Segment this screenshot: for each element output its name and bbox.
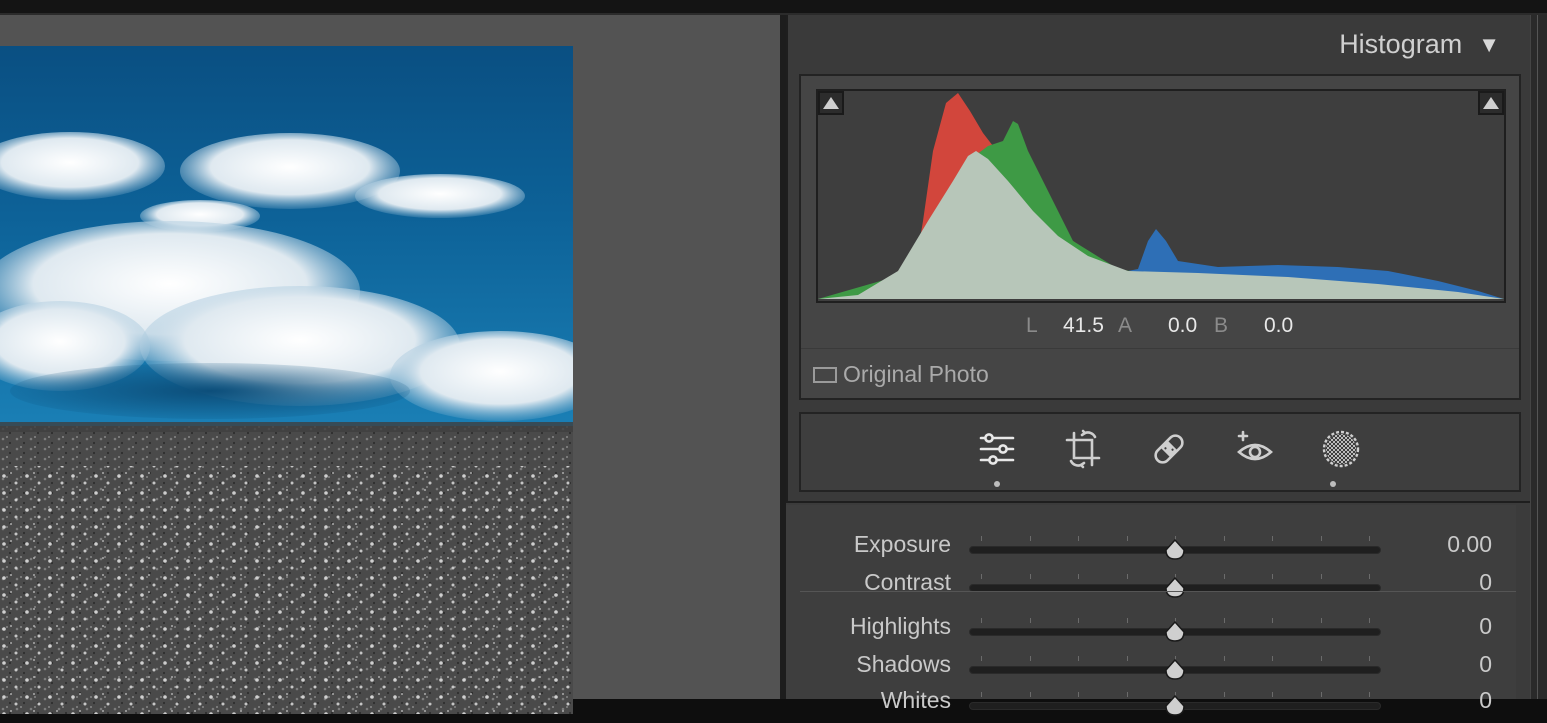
shadows-label: Shadows xyxy=(856,651,951,677)
slider-tick xyxy=(1223,656,1225,661)
slider-tick xyxy=(1029,536,1031,541)
slider-tick xyxy=(1369,618,1370,623)
slider-tick xyxy=(1320,692,1322,697)
histogram-separator xyxy=(801,348,1519,349)
slider-tick xyxy=(1126,692,1128,697)
slider-tick xyxy=(1369,536,1370,541)
slider-tick xyxy=(1029,656,1031,661)
shadow-clipping-button[interactable] xyxy=(818,91,844,115)
collapse-triangle-icon[interactable]: ▼ xyxy=(1478,32,1500,58)
highlights-slider-thumb[interactable] xyxy=(1164,621,1186,643)
contrast-slider-thumb[interactable] xyxy=(1164,577,1186,599)
histogram-plot[interactable] xyxy=(816,89,1506,303)
slider-tick xyxy=(981,536,982,541)
slider-group-separator xyxy=(800,591,1516,592)
lab-l-value: 41.5 xyxy=(1063,314,1104,337)
photo xyxy=(0,46,573,714)
whites-value[interactable]: 0 xyxy=(1479,687,1492,714)
slider-row-highlights: Highlights 0 xyxy=(786,613,1516,649)
exposure-label: Exposure xyxy=(853,531,951,557)
slider-row-shadows: Shadows 0 xyxy=(786,651,1516,687)
right-panel: Histogram ▼ L 41.5 A 0.0 B 0.0 Original … xyxy=(786,15,1530,716)
whites-label: Whites xyxy=(880,687,951,713)
whites-slider-thumb[interactable] xyxy=(1164,695,1186,717)
slider-tick xyxy=(1320,656,1322,661)
slider-tick xyxy=(1078,574,1079,579)
slider-tick xyxy=(1223,574,1225,579)
highlights-value[interactable]: 0 xyxy=(1479,613,1492,640)
slider-tick xyxy=(1078,536,1079,541)
slider-tick xyxy=(1320,618,1322,623)
slider-tick xyxy=(1126,574,1128,579)
slider-tick xyxy=(1272,536,1273,541)
original-photo-toggle[interactable]: Original Photo xyxy=(813,361,989,388)
mask-indicator-dot xyxy=(1330,481,1336,487)
slider-tick xyxy=(1272,618,1273,623)
slider-tick xyxy=(1272,656,1273,661)
slider-tick xyxy=(1369,656,1370,661)
histogram-box: L 41.5 A 0.0 B 0.0 Original Photo xyxy=(799,74,1521,400)
histogram-title: Histogram xyxy=(1339,29,1463,59)
histogram-panel: Histogram ▼ L 41.5 A 0.0 B 0.0 Original … xyxy=(786,15,1530,503)
shadows-slider-thumb[interactable] xyxy=(1164,659,1186,681)
active-tool-dot xyxy=(994,481,1000,487)
slider-tick xyxy=(1223,536,1225,541)
slider-tick xyxy=(1078,618,1079,623)
checkbox-icon[interactable] xyxy=(813,366,837,383)
exposure-slider-thumb[interactable] xyxy=(1164,539,1186,561)
slider-row-contrast: Contrast 0 xyxy=(786,569,1516,605)
slider-tick xyxy=(1126,656,1128,661)
lab-l-key: L xyxy=(1026,314,1038,337)
highlight-clipping-button[interactable] xyxy=(1478,91,1504,115)
healing-bandage-icon[interactable] xyxy=(1147,429,1191,469)
basic-sliders: Exposure 0.00 Contrast 0 Highlights 0 Sh… xyxy=(786,505,1516,716)
slider-tick xyxy=(981,692,982,697)
lab-readout: L 41.5 A 0.0 B 0.0 xyxy=(801,314,1523,344)
slider-tick xyxy=(1369,574,1370,579)
top-bar xyxy=(0,0,1547,15)
photo-canvas[interactable] xyxy=(0,15,780,714)
histogram-graph xyxy=(818,93,1504,299)
histogram-header[interactable]: Histogram ▼ xyxy=(1339,29,1500,60)
lab-b-value: 0.0 xyxy=(1264,314,1294,337)
edit-sliders-icon[interactable] xyxy=(975,429,1019,469)
lab-a-value: 0.0 xyxy=(1168,314,1198,337)
lab-b-key: B xyxy=(1214,314,1229,337)
slider-tick xyxy=(1369,692,1370,697)
crop-icon[interactable] xyxy=(1061,429,1105,469)
slider-tick xyxy=(1272,574,1273,579)
slider-tick xyxy=(1223,618,1225,623)
slider-tick xyxy=(1078,692,1079,697)
slider-tick xyxy=(1029,618,1031,623)
highlights-label: Highlights xyxy=(850,613,951,639)
slider-tick xyxy=(1029,574,1031,579)
slider-row-whites: Whites 0 xyxy=(786,687,1516,723)
slider-tick xyxy=(981,656,982,661)
slider-tick xyxy=(1029,692,1031,697)
slider-tick xyxy=(981,618,982,623)
slider-tick xyxy=(1320,574,1322,579)
tool-strip xyxy=(799,412,1521,492)
slider-tick xyxy=(1078,656,1079,661)
slider-tick xyxy=(1126,618,1128,623)
red-eye-icon[interactable] xyxy=(1233,429,1277,469)
masking-icon[interactable] xyxy=(1319,429,1363,469)
lab-a-key: A xyxy=(1118,314,1133,337)
slider-tick xyxy=(1320,536,1322,541)
slider-tick xyxy=(1223,692,1225,697)
right-scrollbar[interactable] xyxy=(1530,15,1547,699)
shadows-value[interactable]: 0 xyxy=(1479,651,1492,678)
exposure-value[interactable]: 0.00 xyxy=(1447,531,1492,558)
original-photo-label: Original Photo xyxy=(843,361,989,387)
slider-row-exposure: Exposure 0.00 xyxy=(786,531,1516,567)
slider-tick xyxy=(1126,536,1128,541)
slider-tick xyxy=(1272,692,1273,697)
slider-tick xyxy=(981,574,982,579)
